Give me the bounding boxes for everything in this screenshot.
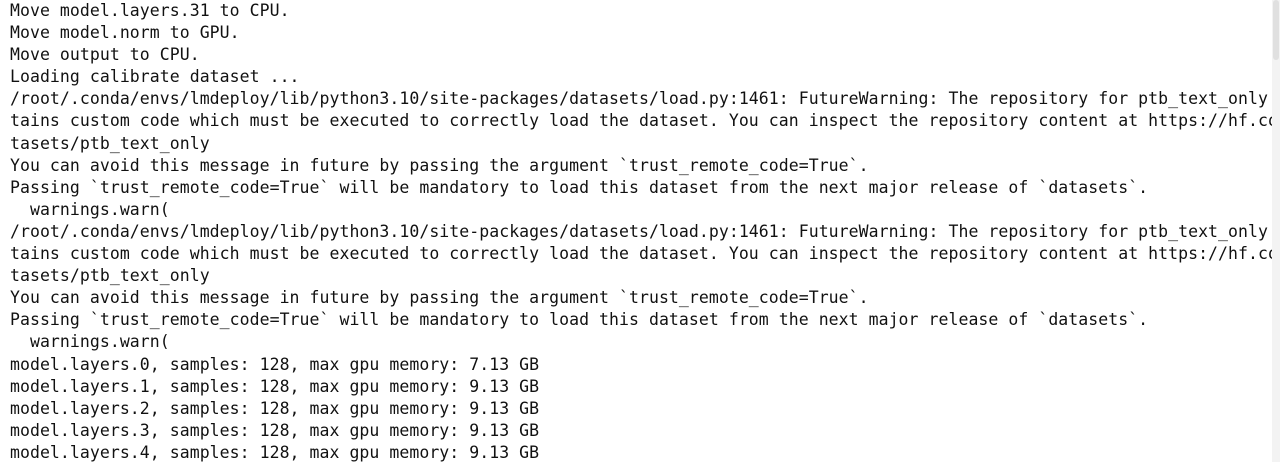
log-line: Passing `trust_remote_code=True` will be… [10,177,1149,197]
log-line: model.layers.0, samples: 128, max gpu me… [10,354,540,374]
log-line: You can avoid this message in future by … [10,288,869,308]
log-line: warnings.warn( [10,332,170,352]
log-line: Passing `trust_remote_code=True` will be… [10,310,1149,330]
log-line: You can avoid this message in future by … [10,155,869,175]
log-line: /root/.conda/envs/lmdeploy/lib/python3.1… [10,89,1272,109]
log-line: model.layers.1, samples: 128, max gpu me… [10,376,540,396]
log-line: Move model.layers.31 to CPU. [10,1,290,20]
log-line: tasets/ptb_text_only [10,266,210,286]
scrollbar-thumb[interactable] [1273,0,1279,60]
log-line: model.layers.2, samples: 128, max gpu me… [10,398,540,418]
log-line: tains custom code which must be executed… [10,111,1272,131]
log-line: Loading calibrate dataset ... [10,67,300,87]
log-line: Move output to CPU. [10,45,200,65]
log-text: Move model.layers.31 to CPU. Move model.n… [10,0,1272,462]
log-line: model.layers.4, samples: 128, max gpu me… [10,442,540,462]
log-line: /root/.conda/envs/lmdeploy/lib/python3.1… [10,221,1272,241]
terminal-output[interactable]: Move model.layers.31 to CPU. Move model.n… [0,0,1280,462]
log-line: model.layers.3, samples: 128, max gpu me… [10,420,540,440]
log-line: warnings.warn( [10,199,170,219]
log-line: Move model.norm to GPU. [10,23,240,43]
log-line: tasets/ptb_text_only [10,133,210,153]
vertical-scrollbar[interactable] [1272,0,1280,462]
log-line: tains custom code which must be executed… [10,244,1272,264]
